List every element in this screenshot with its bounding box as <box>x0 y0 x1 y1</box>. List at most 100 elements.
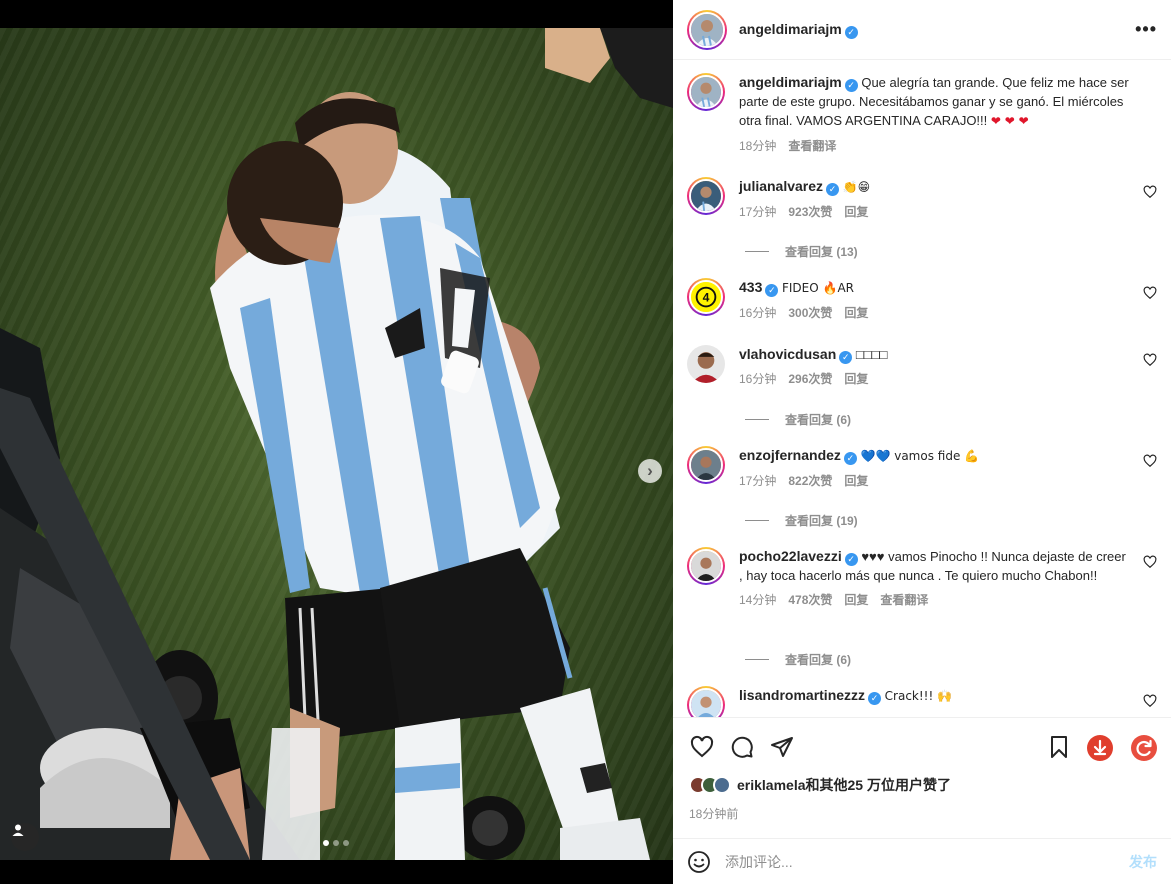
carousel-dot <box>343 840 349 846</box>
verified-icon: ✓ <box>868 692 882 705</box>
emoji-smiley-icon[interactable] <box>687 850 711 874</box>
more-options-button[interactable]: ••• <box>1135 19 1157 40</box>
commenter-avatar[interactable]: 4 <box>687 278 725 316</box>
view-replies-button[interactable]: 查看回复 (19) <box>745 512 858 529</box>
avatar-image <box>691 450 721 480</box>
comment-time: 17分钟 <box>739 474 777 488</box>
caption-time: 18分钟 <box>739 139 777 153</box>
liker-avatars <box>689 776 731 794</box>
comment-body: pocho22lavezzi ✓ ♥♥♥ vamos Pinocho !! Nun… <box>739 547 1129 610</box>
carousel-dot <box>323 840 329 846</box>
author-name-group: angeldimariajm ✓ <box>739 21 858 39</box>
comment-item: lisandromartinezzz ✓ Crack!!! 🙌 <box>687 686 1157 717</box>
post-side-panel: angeldimariajm ✓ ••• angeldimariajm ✓ Qu… <box>673 0 1171 884</box>
commenter-avatar[interactable] <box>687 547 725 585</box>
like-comment-heart-icon[interactable] <box>1143 286 1157 300</box>
caption-meta: 18分钟 查看翻译 <box>739 137 1139 156</box>
reply-button[interactable]: 回复 <box>844 370 868 389</box>
avatar-image <box>691 181 721 211</box>
comment-username[interactable]: julianalvarez <box>739 178 823 194</box>
like-comment-heart-icon[interactable] <box>1143 185 1157 199</box>
comment-likes[interactable]: 300次赞 <box>788 304 832 323</box>
download-icon[interactable] <box>1087 735 1113 761</box>
reply-button[interactable]: 回复 <box>844 203 868 222</box>
commenter-avatar[interactable] <box>687 345 725 383</box>
likes-summary[interactable]: eriklamela 和其他25 万位用户赞了 <box>689 775 951 795</box>
comment-username[interactable]: vlahovicdusan <box>739 346 836 362</box>
avatar-image <box>691 77 721 107</box>
commenter-avatar[interactable] <box>687 446 725 484</box>
comment-username[interactable]: lisandromartinezzz <box>739 687 865 703</box>
comment-text-block: vlahovicdusan ✓ □□□□ <box>739 345 1129 364</box>
verified-icon: ✓ <box>844 25 858 39</box>
comment-likes[interactable]: 822次赞 <box>788 472 832 491</box>
verified-icon: ✓ <box>765 284 779 297</box>
likes-count-text[interactable]: 和其他25 万位用户赞了 <box>806 775 951 795</box>
bookmark-save-icon[interactable] <box>1047 735 1071 759</box>
comment-text-block: enzojfernandez ✓ 💙💙 vamos fide 💪 <box>739 446 1129 466</box>
comment-username[interactable]: pocho22lavezzi <box>739 548 842 564</box>
see-translation-button[interactable]: 查看翻译 <box>880 591 928 610</box>
view-replies-button[interactable]: 查看回复 (6) <box>745 411 851 428</box>
author-avatar[interactable] <box>687 9 727 50</box>
tagged-users-button[interactable] <box>11 823 39 851</box>
liker-avatar <box>713 776 731 794</box>
like-heart-icon[interactable] <box>689 735 715 759</box>
post-actions-bar <box>673 717 1171 775</box>
verified-icon: ✓ <box>843 452 857 465</box>
caption-username[interactable]: angeldimariajm <box>739 74 842 90</box>
publish-comment-button[interactable]: 发布 <box>1129 852 1157 872</box>
refresh-icon[interactable] <box>1131 735 1157 761</box>
comment-item: julianalvarez ✓ 👏😁 17分钟 923次赞 回复 <box>687 177 1157 222</box>
like-comment-heart-icon[interactable] <box>1143 454 1157 468</box>
view-replies-button[interactable]: 查看回复 (6) <box>745 651 851 668</box>
comment-body: enzojfernandez ✓ 💙💙 vamos fide 💪 17分钟 822… <box>739 446 1129 491</box>
comment-text-block: julianalvarez ✓ 👏😁 <box>739 177 1129 197</box>
comment-time: 14分钟 <box>739 593 777 607</box>
comment-bubble-icon[interactable] <box>729 735 755 759</box>
comment-time: 16分钟 <box>739 306 777 320</box>
caption-body: angeldimariajm ✓ Que alegría tan grande. … <box>739 73 1139 156</box>
reply-button[interactable]: 回复 <box>844 591 868 610</box>
photo-illustration <box>0 28 673 860</box>
comment-time: 17分钟 <box>739 205 777 219</box>
verified-icon: ✓ <box>844 79 858 92</box>
verified-icon: ✓ <box>839 351 853 364</box>
user-icon <box>12 824 24 836</box>
like-comment-heart-icon[interactable] <box>1143 353 1157 367</box>
share-send-icon[interactable] <box>769 735 795 759</box>
comment-body: 433 ✓ FIDEO 🔥AR 16分钟 300次赞 回复 <box>739 278 1129 323</box>
reply-button[interactable]: 回复 <box>844 304 868 323</box>
author-username[interactable]: angeldimariajm <box>739 21 842 37</box>
comment-item: vlahovicdusan ✓ □□□□ 16分钟 296次赞 回复 <box>687 345 1157 389</box>
comment-likes[interactable]: 296次赞 <box>788 370 832 389</box>
carousel-dots <box>323 840 349 846</box>
comment-text: □□□□ <box>855 347 888 362</box>
post-timestamp: 18分钟前 <box>689 807 739 821</box>
comment-body: vlahovicdusan ✓ □□□□ 16分钟 296次赞 回复 <box>739 345 1129 389</box>
comment-username[interactable]: enzojfernandez <box>739 447 841 463</box>
like-comment-heart-icon[interactable] <box>1143 694 1157 708</box>
caption-avatar[interactable] <box>687 73 725 111</box>
post-photo[interactable]: › <box>0 28 673 860</box>
verified-icon: ✓ <box>844 553 858 566</box>
comment-likes[interactable]: 923次赞 <box>788 203 832 222</box>
liker-username[interactable]: eriklamela <box>737 777 806 793</box>
view-replies-button[interactable]: 查看回复 (13) <box>745 243 858 260</box>
avatar-image <box>691 690 721 717</box>
chevron-right-icon: › <box>647 461 653 480</box>
comment-text-block: pocho22lavezzi ✓ ♥♥♥ vamos Pinocho !! Nun… <box>739 547 1129 585</box>
commenter-avatar[interactable] <box>687 177 725 215</box>
see-translation-button[interactable]: 查看翻译 <box>788 137 836 156</box>
comment-meta: 17分钟 822次赞 回复 <box>739 472 1129 491</box>
commenter-avatar[interactable] <box>687 686 725 717</box>
comment-username[interactable]: 433 <box>739 279 762 295</box>
reply-button[interactable]: 回复 <box>844 472 868 491</box>
comments-list: angeldimariajm ✓ Que alegría tan grande. … <box>673 61 1171 717</box>
caption-text-block: angeldimariajm ✓ Que alegría tan grande. … <box>739 73 1139 131</box>
carousel-next-button[interactable]: › <box>638 459 662 483</box>
like-comment-heart-icon[interactable] <box>1143 555 1157 569</box>
comment-input[interactable] <box>725 853 1129 870</box>
comment-item: 4 433 ✓ FIDEO 🔥AR 16分钟 300次赞 回复 <box>687 278 1157 323</box>
comment-likes[interactable]: 478次赞 <box>788 591 832 610</box>
